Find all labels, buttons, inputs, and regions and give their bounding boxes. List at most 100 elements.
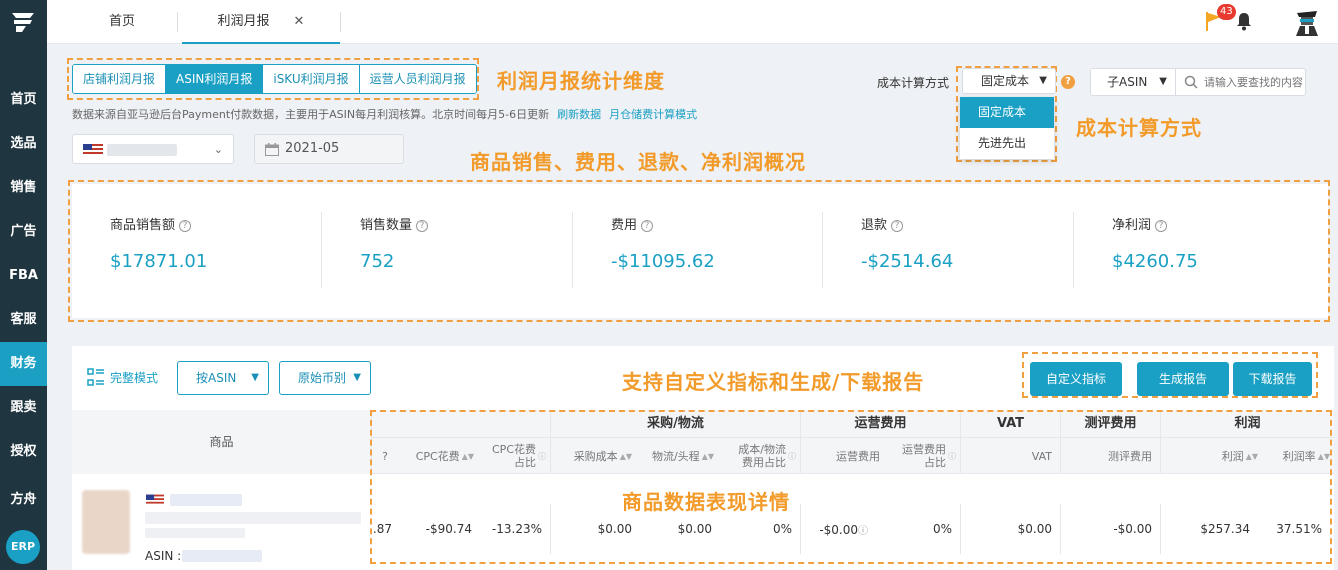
close-icon[interactable]: ✕ (294, 14, 305, 29)
cost-method-select[interactable]: 固定成本 ▼ (962, 68, 1056, 94)
help-icon[interactable]: ? (641, 219, 654, 232)
help-icon[interactable]: ? (1155, 219, 1168, 232)
metric-label: 商品销售额? (110, 214, 207, 233)
month-value: 2021-05 (285, 141, 340, 156)
help-icon[interactable]: ? (891, 219, 904, 232)
tab-profit-monthly[interactable]: 利润月报 ✕ (182, 0, 340, 44)
generate-report-button[interactable]: 生成报告 (1137, 362, 1229, 396)
top-bar: 首页 利润月报 ✕ 43 (47, 0, 1338, 44)
sidebar-item-ark[interactable]: 方舟 (0, 478, 47, 522)
metric-value: -$11095.62 (611, 251, 715, 272)
help-icon[interactable]: ? (179, 219, 192, 232)
notification-count-badge: 43 (1217, 4, 1236, 20)
metric-label: 费用? (611, 214, 715, 233)
annotation-custom: 支持自定义指标和生成/下载报告 (622, 370, 925, 394)
sidebar-item-selection[interactable]: 选品 (0, 122, 47, 166)
metric-value: $4260.75 (1112, 251, 1198, 272)
sidebar-item-service[interactable]: 客服 (0, 298, 47, 342)
summary-panel: 商品销售额? $17871.01 销售数量? 752 费用? -$11095.6… (72, 184, 1328, 318)
help-icon[interactable]: ? (1061, 75, 1075, 89)
annotation-box-details (370, 410, 1332, 564)
logo-icon[interactable] (10, 10, 36, 34)
annotation-overview: 商品销售、费用、退款、净利润概况 (470, 150, 806, 174)
metric-label-text: 商品销售额 (110, 218, 176, 233)
sidebar-item-fba[interactable]: FBA (0, 254, 47, 298)
cost-method-value: 固定成本 (981, 74, 1030, 88)
data-source-text: 数据来源自亚马逊后台Payment付款数据，主要用于ASIN每月利润核算。北京时… (72, 108, 550, 121)
metric-value: $17871.01 (110, 251, 208, 272)
us-flag-icon (146, 494, 164, 506)
tab-separator (177, 12, 178, 32)
store-name-redacted (107, 144, 177, 156)
custom-metrics-button[interactable]: 自定义指标 (1030, 362, 1122, 396)
cost-option-fifo[interactable]: 先进先出 (960, 128, 1054, 159)
sidebar-item-finance[interactable]: 财务 (0, 342, 47, 386)
full-mode-toggle[interactable]: 完整模式 (110, 369, 158, 386)
tab-profit-monthly-label: 利润月报 (217, 14, 270, 29)
product-column-header: 商品 (72, 410, 372, 474)
metric-net-profit: 净利润? $4260.75 (1112, 214, 1198, 272)
chevron-down-icon: ⌄ (213, 143, 223, 156)
bell-icon[interactable] (1235, 11, 1253, 31)
sidebar-item-follow[interactable]: 跟卖 (0, 386, 47, 430)
segment-operator-profit[interactable]: 运营人员利润月报 (359, 65, 476, 93)
metric-value: 752 (360, 251, 395, 272)
download-report-button[interactable]: 下载报告 (1233, 362, 1312, 396)
metric-sales-quantity: 销售数量? 752 (360, 214, 429, 272)
sidebar: 首页 选品 销售 广告 FBA 客服 财务 跟卖 授权 方舟 ERP (0, 0, 47, 570)
metric-label: 销售数量? (360, 214, 429, 233)
us-flag-icon (83, 144, 103, 156)
metric-sales-amount: 商品销售额? $17871.01 (110, 214, 207, 272)
sidebar-item-ads[interactable]: 广告 (0, 210, 47, 254)
group-by-select[interactable]: 按ASIN ▼ (177, 361, 269, 395)
country-select[interactable]: ⌄ (72, 134, 234, 164)
grid-icon[interactable] (87, 368, 105, 386)
caret-down-icon: ▼ (251, 372, 259, 383)
tab-home-label: 首页 (108, 14, 135, 29)
metric-label-text: 退款 (861, 218, 888, 233)
search-icon (1184, 75, 1198, 89)
sidebar-item-auth[interactable]: 授权 (0, 430, 47, 474)
sidebar-item-home[interactable]: 首页 (0, 78, 47, 122)
product-name-redacted (170, 494, 242, 506)
asin-label: ASIN : (145, 549, 182, 563)
divider (822, 212, 823, 288)
segment-isku-profit[interactable]: iSKU利润月报 (263, 65, 360, 93)
segment-asin-profit[interactable]: ASIN利润月报 (166, 65, 264, 93)
metric-label-text: 销售数量 (360, 218, 413, 233)
tab-home[interactable]: 首页 (67, 0, 177, 44)
cost-option-fixed[interactable]: 固定成本 (960, 97, 1054, 128)
tab-separator (340, 12, 341, 32)
annotation-cost: 成本计算方式 (1076, 116, 1202, 140)
search-scope-select[interactable]: 子ASIN ▼ (1090, 68, 1176, 96)
metric-fees: 费用? -$11095.62 (611, 214, 715, 272)
month-picker[interactable]: 2021-05 (254, 134, 404, 164)
caret-down-icon: ▼ (353, 372, 361, 383)
data-source-info: 数据来源自亚马逊后台Payment付款数据，主要用于ASIN每月利润核算。北京时… (72, 106, 697, 122)
calendar-icon (265, 143, 279, 156)
erp-badge[interactable]: ERP (6, 530, 40, 564)
metric-refunds: 退款? -$2514.64 (861, 214, 953, 272)
sidebar-item-sales[interactable]: 销售 (0, 166, 47, 210)
search-input[interactable] (1204, 73, 1304, 91)
cost-method-label: 成本计算方式 (877, 76, 950, 90)
product-title-redacted (145, 512, 361, 524)
caret-down-icon: ▼ (1159, 76, 1167, 87)
help-icon[interactable]: ? (416, 219, 429, 232)
search-scope-value: 子ASIN (1107, 75, 1148, 89)
cost-method-menu: 固定成本 先进先出 (960, 97, 1054, 159)
segment-store-profit[interactable]: 店铺利润月报 (73, 65, 167, 93)
metric-label: 净利润? (1112, 214, 1198, 233)
storage-mode-link[interactable]: 月仓储费计算模式 (609, 108, 697, 121)
avatar[interactable] (1292, 7, 1322, 37)
divider (321, 212, 322, 288)
asin-value-redacted (182, 550, 262, 562)
caret-down-icon: ▼ (1039, 75, 1047, 86)
metric-label-text: 净利润 (1112, 218, 1152, 233)
refresh-data-link[interactable]: 刷新数据 (557, 108, 601, 121)
metric-label-text: 费用 (611, 218, 638, 233)
product-thumbnail[interactable] (82, 490, 130, 554)
currency-select[interactable]: 原始币别 ▼ (279, 361, 371, 395)
divider (572, 212, 573, 288)
annotation-dimension: 利润月报统计维度 (497, 69, 665, 93)
